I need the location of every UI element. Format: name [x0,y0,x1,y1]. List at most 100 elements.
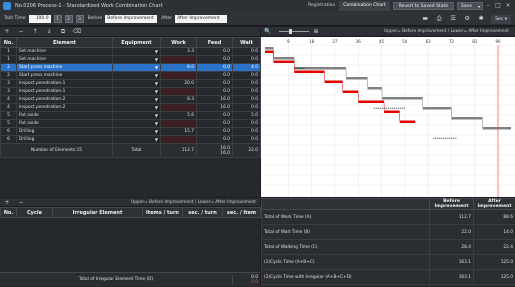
work-cell[interactable] [160,103,197,112]
feed-cell[interactable]: 0.0 [196,55,233,64]
zoom-slider-thumb[interactable] [289,29,292,34]
equipment-cell[interactable]: ▼ [112,55,161,64]
wait-cell[interactable]: 4.0 [232,63,261,72]
work-cell[interactable]: 5.6 [160,111,197,120]
table-row[interactable]: 1 Set machine ▼ 3.3 0.0 0.0 [0,47,261,56]
element-cell[interactable]: Start press machine [16,71,113,80]
after-select[interactable]: After Improvement [175,14,228,23]
chevron-down-icon[interactable]: ▼ [155,65,158,70]
equipment-cell[interactable]: ▼ [112,103,161,112]
equipment-cell[interactable]: ▼ [112,71,161,80]
chevron-down-icon[interactable]: ▼ [155,121,158,126]
work-cell[interactable] [160,87,197,96]
table-row[interactable]: 6 Drilling ▼ 15.7 0.0 0.0 [0,127,261,136]
option-button-2[interactable]: 2 [64,14,73,23]
feed-cell[interactable]: 0.0 [196,79,233,88]
equipment-cell[interactable]: ▼ [112,127,161,136]
delete-icon[interactable]: ⌫ [70,28,84,35]
chevron-down-icon[interactable]: ▼ [155,57,158,62]
close-button[interactable]: × [503,1,513,11]
table-row[interactable]: 6 Drilling ▼ 0.0 0.0 [0,135,261,144]
work-cell[interactable]: 8.0 [160,63,197,72]
equipment-cell[interactable]: ▼ [112,119,161,128]
chevron-down-icon[interactable]: ▼ [155,137,158,142]
add-icon[interactable]: + [0,28,14,35]
element-cell[interactable]: Drilling [16,135,113,144]
print-icon[interactable]: ▬ [418,14,432,24]
table-row[interactable]: 2 Start press machine ▼ 8.0 0.0 4.0 [0,63,261,72]
element-cell[interactable]: Inspect penetration-2 [16,103,113,112]
feed-cell[interactable]: 0.0 [196,119,233,128]
settings-icon[interactable]: ✱ [474,14,488,24]
table-row[interactable]: 3 Inspect penetration-1 ▼ 20.0 0.0 0.0 [0,79,261,88]
chevron-down-icon[interactable]: ▼ [155,129,158,134]
no-cell[interactable]: 5 [0,111,17,120]
wait-cell[interactable]: 0.0 [232,103,261,112]
work-cell[interactable]: 8.3 [160,95,197,104]
maximize-button[interactable]: □ [493,1,503,11]
wait-cell[interactable]: 0.0 [232,47,261,56]
element-cell[interactable]: Inspect penetration-1 [16,87,113,96]
element-cell[interactable]: Set machine [16,55,113,64]
work-cell[interactable]: 20.0 [160,79,197,88]
no-cell[interactable]: 1 [0,47,17,56]
no-cell[interactable]: 4 [0,95,17,104]
table-row[interactable]: 5 Put aside ▼ 5.6 0.0 5.0 [0,111,261,120]
equipment-cell[interactable]: ▼ [112,111,161,120]
chevron-down-icon[interactable]: ▼ [155,97,158,102]
copy-icon[interactable]: ⧉ [56,28,70,36]
equipment-cell[interactable]: ▼ [112,135,161,144]
wait-cell[interactable]: 0.0 [232,79,261,88]
gear-icon[interactable]: ⚙ [460,14,474,24]
takt-time-input[interactable]: 100.0 [28,14,51,23]
wait-cell[interactable]: 0.0 [232,127,261,136]
table-row[interactable]: 4 Inspect penetration-2 ▼ 16.0 0.0 [0,103,261,112]
before-select[interactable]: Before Improvement [105,14,158,23]
tab-combination-chart[interactable]: Combination Chart [339,1,390,11]
equipment-cell[interactable]: ▼ [112,79,161,88]
save-dropdown[interactable]: Save ▾ [457,2,483,10]
equipment-cell[interactable]: ▼ [112,87,161,96]
wait-cell[interactable]: 5.0 [232,111,261,120]
no-cell[interactable]: 2 [0,71,17,80]
chevron-down-icon[interactable]: ▼ [155,105,158,110]
wait-cell[interactable]: 0.0 [232,55,261,64]
feed-cell[interactable]: 0.0 [196,71,233,80]
tab-registration[interactable]: Registration [304,1,339,11]
work-cell[interactable]: 15.7 [160,127,197,136]
element-cell[interactable]: Inspect penetration-1 [16,79,113,88]
table-row[interactable]: 2 Start press machine ▼ 0.0 0.0 [0,71,261,80]
no-cell[interactable]: 3 [0,87,17,96]
chevron-down-icon[interactable]: ▼ [155,81,158,86]
feed-cell[interactable]: 0.0 [196,47,233,56]
add-icon[interactable]: + [0,199,14,206]
chevron-down-icon[interactable]: ▼ [155,73,158,78]
option-button-3[interactable]: 3 [75,14,84,23]
feed-cell[interactable]: 0.0 [196,111,233,120]
equipment-cell[interactable]: ▼ [112,47,161,56]
chevron-down-icon[interactable]: ▼ [155,89,158,94]
element-cell[interactable]: Put aside [16,119,113,128]
wait-cell[interactable]: 0.0 [232,135,261,144]
no-cell[interactable]: 2 [0,63,17,72]
work-cell[interactable] [160,135,197,144]
feed-cell[interactable]: 0.0 [196,127,233,136]
work-cell[interactable] [160,119,197,128]
table-row[interactable]: 4 Inspect penetration-2 ▼ 8.3 16.0 0.0 [0,95,261,104]
wait-cell[interactable]: 0.0 [232,119,261,128]
remove-icon[interactable]: − [14,199,28,206]
wait-cell[interactable]: 0.0 [232,87,261,96]
element-cell[interactable]: Drilling [16,127,113,136]
no-cell[interactable]: 5 [0,119,17,128]
zoom-in-icon[interactable]: ⊕ [309,28,323,35]
element-cell[interactable]: Start press machine [16,63,113,72]
work-cell[interactable]: 3.3 [160,47,197,56]
move-up-icon[interactable]: ↑ [28,28,42,35]
no-cell[interactable]: 3 [0,79,17,88]
move-down-icon[interactable]: ↓ [42,28,56,35]
table-row[interactable]: 1 Set machine ▼ 0.0 0.0 [0,55,261,64]
feed-cell[interactable]: 0.0 [196,135,233,144]
no-cell[interactable]: 4 [0,103,17,112]
no-cell[interactable]: 6 [0,127,17,136]
zoom-slider[interactable] [279,29,309,34]
